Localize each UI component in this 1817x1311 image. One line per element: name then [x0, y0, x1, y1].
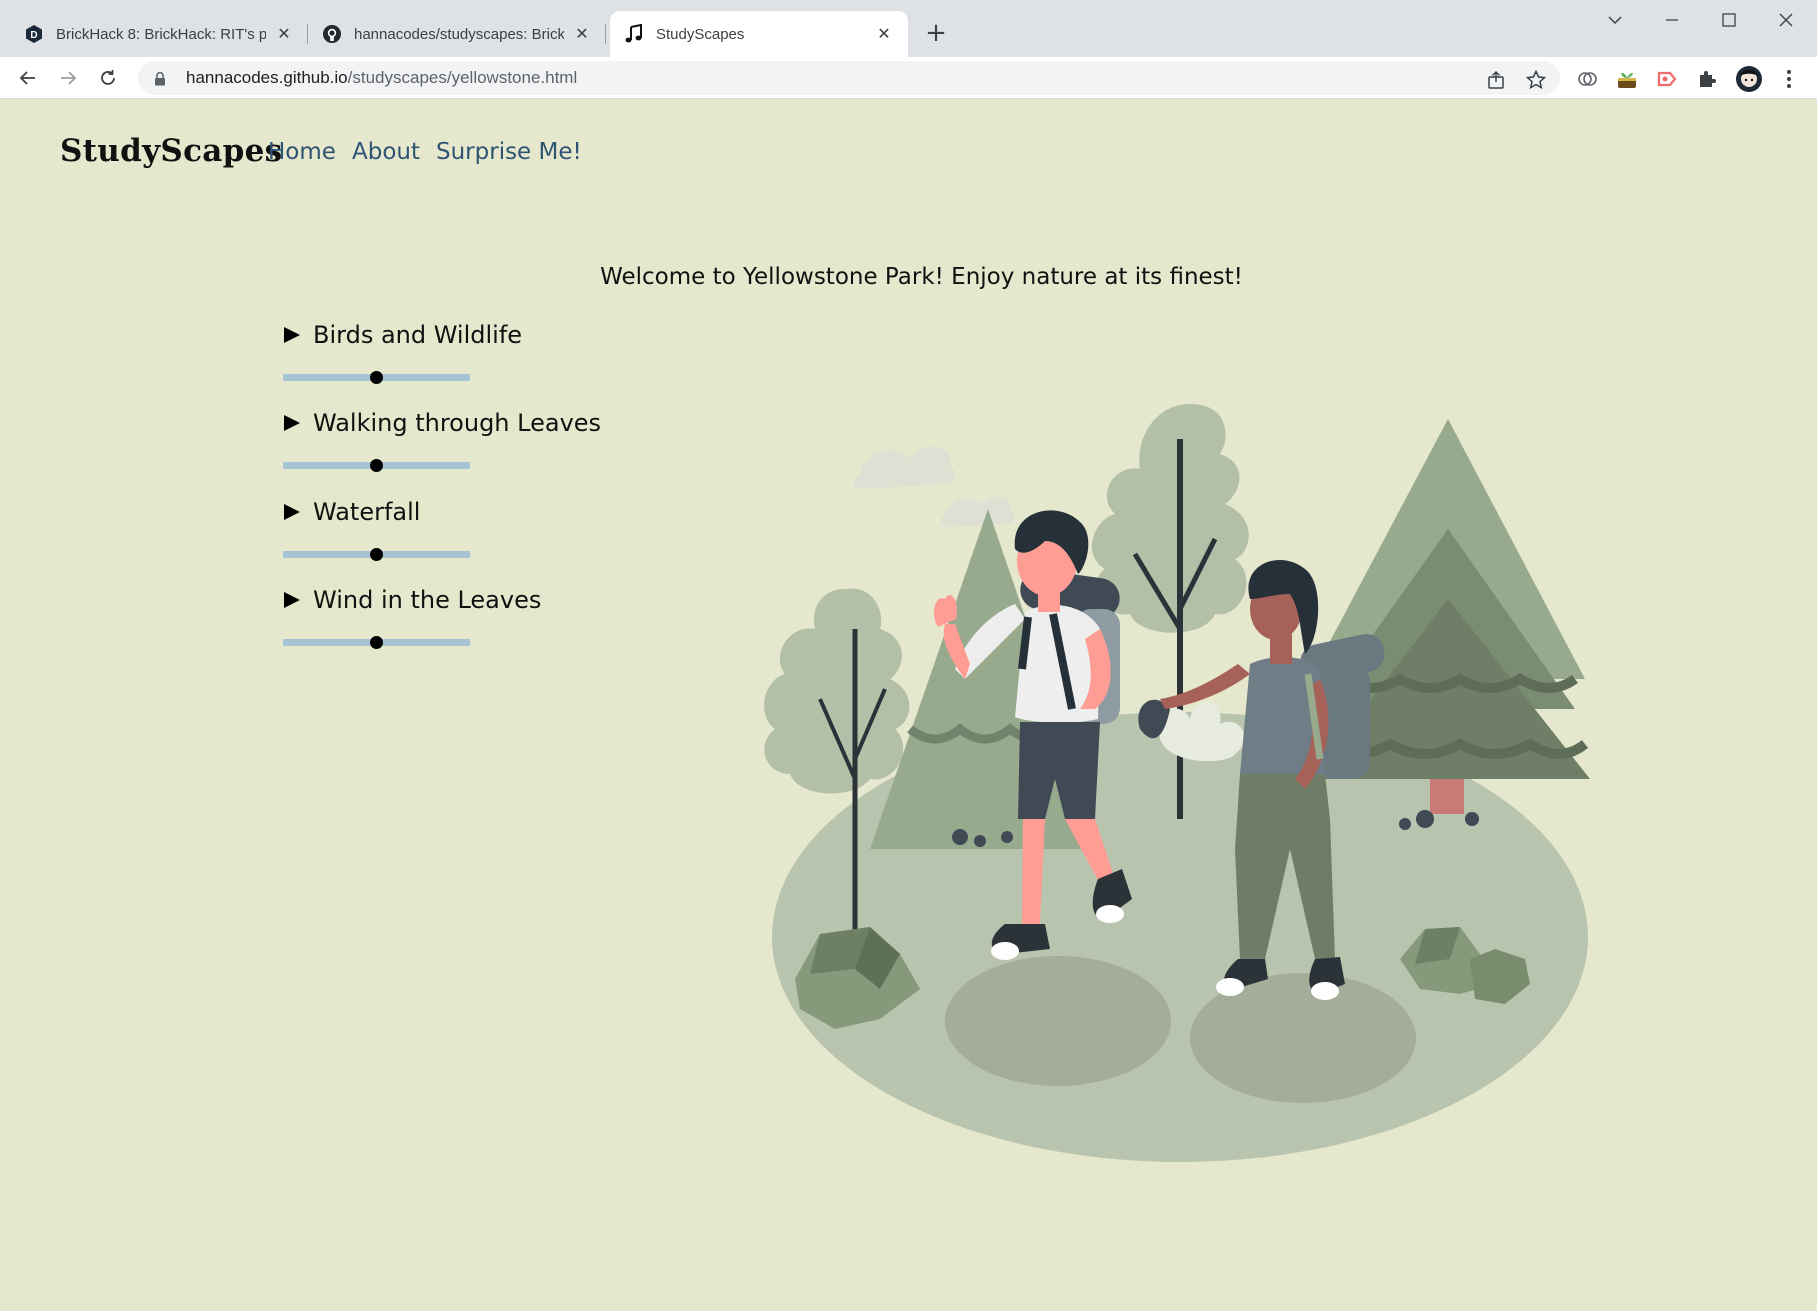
minimize-icon[interactable] [1652, 6, 1692, 34]
tab-search-chevron-icon[interactable] [1595, 6, 1635, 34]
browser-menu-icon[interactable] [1777, 67, 1801, 91]
sound-toggle-waterfall[interactable]: Waterfall [283, 498, 663, 526]
slider-thumb[interactable] [370, 636, 383, 649]
ground-shadow [945, 956, 1171, 1086]
sound-label: Waterfall [313, 498, 421, 526]
play-triangle-icon [283, 326, 301, 344]
back-arrow-icon[interactable] [13, 63, 43, 93]
extension-screencast-icon[interactable] [1655, 67, 1679, 91]
volume-slider[interactable] [283, 457, 470, 473]
welcome-message: Welcome to Yellowstone Park! Enjoy natur… [600, 264, 1243, 290]
slider-thumb[interactable] [370, 459, 383, 472]
extensions-puzzle-icon[interactable] [1695, 67, 1719, 91]
maximize-icon[interactable] [1709, 6, 1749, 34]
site-brand[interactable]: StudyScapes [60, 133, 282, 169]
play-triangle-icon [283, 503, 301, 521]
browser-tab-github[interactable]: hannacodes/studyscapes: BrickHack 8 proj… [308, 11, 606, 57]
url-path: /studyscapes/yellowstone.html [347, 68, 578, 87]
sound-control-waterfall: Waterfall [283, 498, 663, 562]
nav-link-surprise[interactable]: Surprise Me! [436, 139, 582, 165]
sound-toggle-birds[interactable]: Birds and Wildlife [283, 321, 663, 349]
close-icon[interactable]: ✕ [274, 24, 294, 44]
nav-link-home[interactable]: Home [268, 139, 336, 165]
browser-toolbar: hannacodes.github.io/studyscapes/yellows… [0, 57, 1817, 99]
bookmark-star-icon[interactable] [1525, 69, 1547, 91]
slider-thumb[interactable] [370, 548, 383, 561]
browser-tab-brickhack[interactable]: D BrickHack 8: BrickHack: RIT's premier … [10, 11, 308, 57]
browser-tab-studyscapes[interactable]: StudyScapes ✕ [610, 11, 908, 57]
url-host: hannacodes.github.io [186, 68, 348, 87]
sound-control-wind: Wind in the Leaves [283, 586, 663, 650]
nav-link-about[interactable]: About [352, 139, 420, 165]
tab-title: BrickHack 8: BrickHack: RIT's premier ha… [56, 25, 266, 43]
svg-text:D: D [30, 30, 37, 41]
devpost-icon: D [24, 24, 44, 44]
sound-label: Wind in the Leaves [313, 586, 542, 614]
url-text: hannacodes.github.io/studyscapes/yellows… [186, 68, 577, 88]
address-bar[interactable]: hannacodes.github.io/studyscapes/yellows… [138, 61, 1560, 95]
cloud-icon [853, 446, 1015, 528]
tab-title: hannacodes/studyscapes: BrickHack 8 proj… [354, 25, 564, 43]
volume-slider[interactable] [283, 634, 470, 650]
sound-label: Walking through Leaves [313, 409, 602, 437]
sound-control-birds: Birds and Wildlife [283, 321, 663, 385]
extension-plant-icon[interactable] [1615, 67, 1639, 91]
forward-arrow-icon[interactable] [53, 63, 83, 93]
sound-toggle-wind[interactable]: Wind in the Leaves [283, 586, 663, 614]
profile-avatar-icon[interactable] [1735, 65, 1763, 93]
play-triangle-icon [283, 591, 301, 609]
github-icon [322, 24, 342, 44]
close-icon[interactable]: ✕ [572, 24, 592, 44]
hikers-forest-illustration [764, 404, 1590, 1162]
play-triangle-icon [283, 414, 301, 432]
page-content: StudyScapes Home About Surprise Me! Welc… [0, 99, 1817, 1311]
sound-toggle-leaves-walk[interactable]: Walking through Leaves [283, 409, 663, 437]
volume-slider[interactable] [283, 546, 470, 562]
lock-icon[interactable] [152, 70, 168, 86]
new-tab-button[interactable]: + [920, 17, 952, 49]
sound-control-leaves-walk: Walking through Leaves [283, 409, 663, 473]
slider-thumb[interactable] [370, 371, 383, 384]
share-icon[interactable] [1485, 69, 1507, 91]
reload-icon[interactable] [93, 63, 123, 93]
volume-slider[interactable] [283, 369, 470, 385]
close-window-icon[interactable] [1766, 6, 1806, 34]
close-icon[interactable]: ✕ [874, 24, 894, 44]
music-note-icon [624, 24, 644, 44]
browser-tab-strip: D BrickHack 8: BrickHack: RIT's premier … [0, 0, 1817, 57]
extension-reader-icon[interactable] [1575, 67, 1599, 91]
tab-title: StudyScapes [656, 25, 745, 43]
sound-label: Birds and Wildlife [313, 321, 523, 349]
